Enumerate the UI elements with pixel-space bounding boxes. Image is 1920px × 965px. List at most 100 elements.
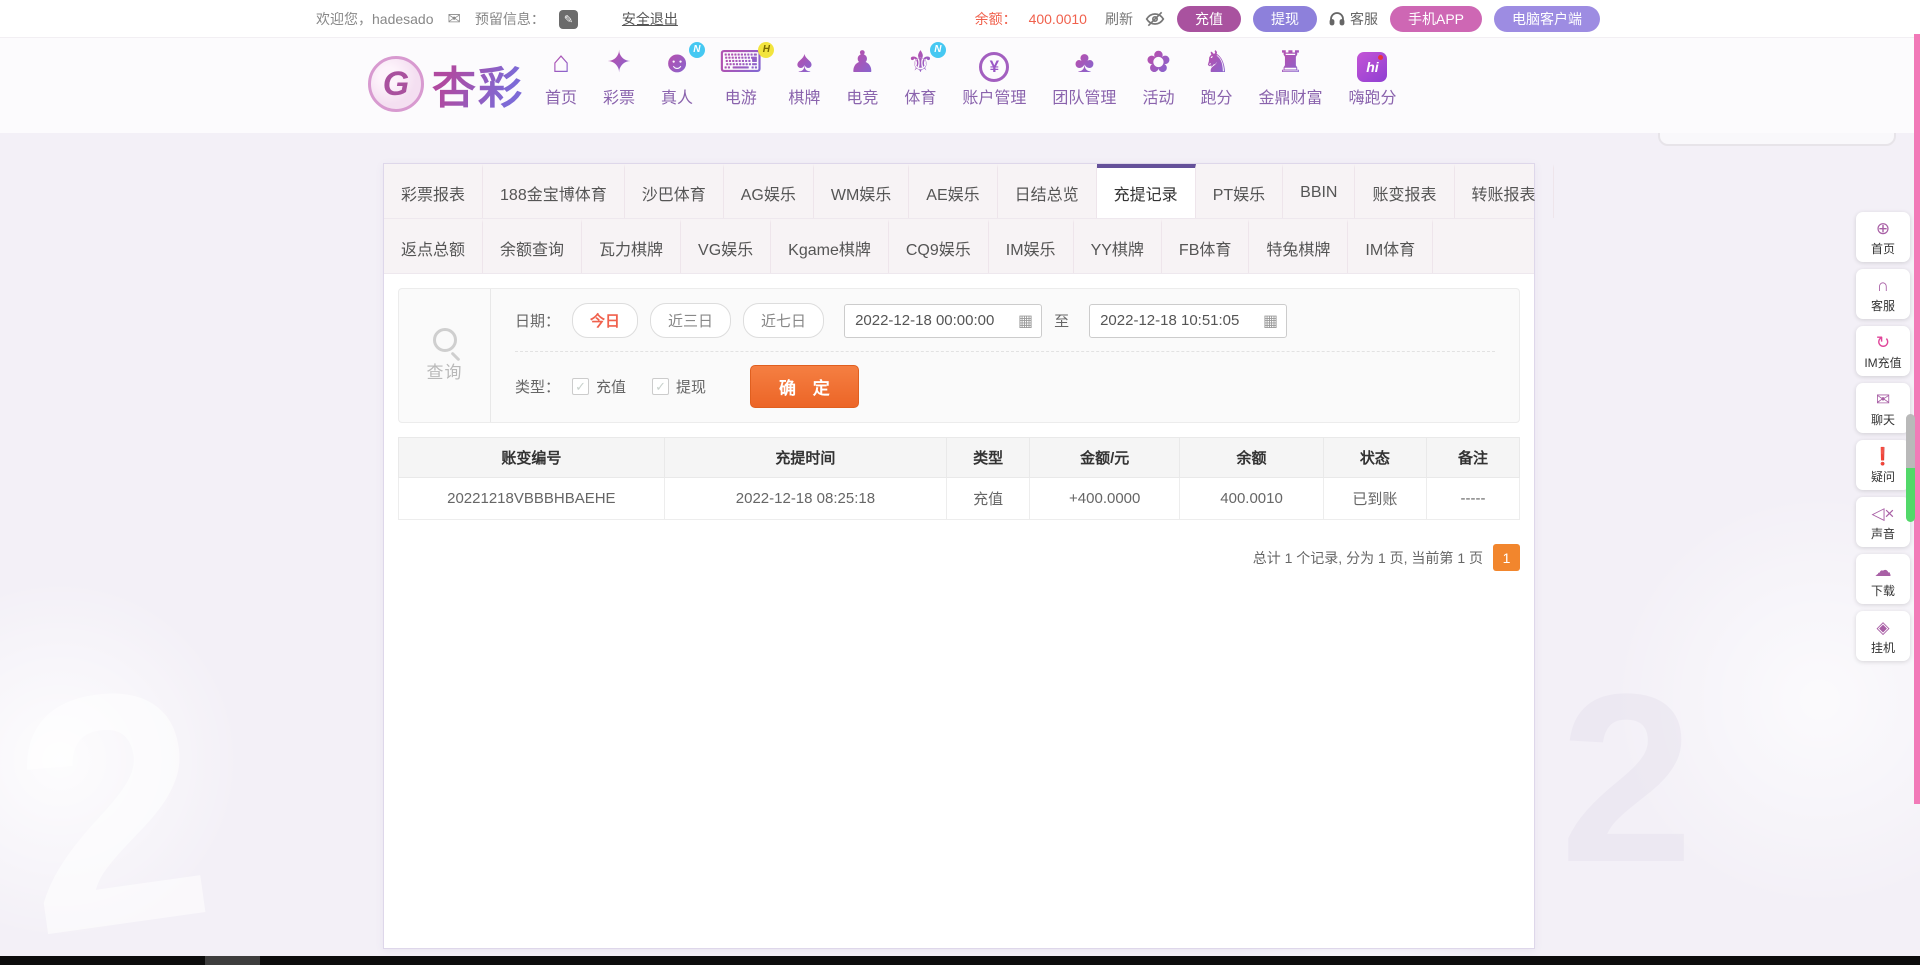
- nav-label: 体育: [904, 84, 936, 108]
- nav-item-sports[interactable]: ⚜N 体育: [904, 46, 936, 108]
- sidebar-item-hangup[interactable]: ◈ 挂机: [1856, 611, 1910, 661]
- tab-cq9[interactable]: CQ9娱乐: [889, 219, 989, 273]
- team-people-icon: ♣: [1075, 46, 1095, 82]
- tab-lottery-report[interactable]: 彩票报表: [384, 164, 483, 218]
- col-status: 状态: [1323, 438, 1426, 478]
- eye-slash-icon[interactable]: [1145, 9, 1165, 29]
- table-header-row: 账变编号 充提时间 类型 金额/元 余额 状态 备注: [399, 438, 1520, 478]
- question-icon: ❗: [1872, 447, 1893, 466]
- calendar-icon[interactable]: ▦: [1263, 311, 1278, 331]
- tab-daily-summary[interactable]: 日结总览: [998, 164, 1097, 218]
- top-bar: 欢迎您，hadesado ✉ 预留信息： ✎ 安全退出 余额： 400.0010…: [0, 0, 1920, 38]
- tab-wali-cards[interactable]: 瓦力棋牌: [582, 219, 681, 273]
- page-1-button[interactable]: 1: [1493, 544, 1520, 571]
- main-nav: ⌂ 首页 ✦ 彩票 ☻N 真人 ⌨H 电游 ♠ 棋牌 ♟ 电竞 ⚜N 体育 ¥: [545, 46, 1397, 108]
- new-badge: N: [689, 42, 705, 58]
- sidebar-item-label: 聊天: [1871, 411, 1895, 428]
- sidebar-item-service[interactable]: ∩ 客服: [1856, 269, 1910, 319]
- nav-item-home[interactable]: ⌂ 首页: [545, 46, 577, 108]
- site-logo[interactable]: G 杏彩: [368, 52, 524, 116]
- nav-label: 电竞: [846, 84, 878, 108]
- tab-im-sport[interactable]: IM体育: [1348, 219, 1433, 273]
- tripod-icon: ♜: [1277, 46, 1304, 82]
- tab-fb-sport[interactable]: FB体育: [1162, 219, 1249, 273]
- nav-item-team[interactable]: ♣ 团队管理: [1052, 46, 1116, 108]
- col-amount: 金额/元: [1030, 438, 1180, 478]
- tab-balance-query[interactable]: 余额查询: [483, 219, 582, 273]
- type-deposit-option[interactable]: ✓ 充值: [572, 376, 626, 397]
- sidebar-item-sound[interactable]: ◁× 声音: [1856, 497, 1910, 547]
- nav-item-cards[interactable]: ♠ 棋牌: [788, 46, 820, 108]
- confirm-button[interactable]: 确 定: [750, 365, 859, 408]
- envelope-icon[interactable]: ✉: [448, 9, 461, 29]
- tab-ae[interactable]: AE娱乐: [909, 164, 997, 218]
- col-type: 类型: [947, 438, 1030, 478]
- sidebar-item-download[interactable]: ☁ 下载: [1856, 554, 1910, 604]
- im-recharge-icon: ↻: [1876, 333, 1890, 352]
- tab-shaba-sport[interactable]: 沙巴体育: [625, 164, 724, 218]
- col-time: 充提时间: [664, 438, 946, 478]
- date-label: 日期：: [515, 310, 560, 331]
- tab-pt[interactable]: PT娱乐: [1196, 164, 1283, 218]
- nav-item-account[interactable]: ¥ 账户管理: [962, 52, 1026, 108]
- tab-im[interactable]: IM娱乐: [989, 219, 1074, 273]
- col-account-change-id: 账变编号: [399, 438, 665, 478]
- nav-item-lottery[interactable]: ✦ 彩票: [603, 46, 635, 108]
- tabs-row-1: 彩票报表 188金宝博体育 沙巴体育 AG娱乐 WM娱乐 AE娱乐 日结总览 充…: [384, 164, 1534, 219]
- custom-scrollbar-thumb[interactable]: [1906, 414, 1915, 522]
- live-dealer-icon: ☻N: [661, 46, 693, 82]
- tab-transfer-report[interactable]: 转账报表: [1455, 164, 1554, 218]
- preset-7days-button[interactable]: 近七日: [743, 303, 824, 338]
- nav-item-esports[interactable]: ♟ 电竞: [846, 46, 878, 108]
- logout-link[interactable]: 安全退出: [622, 9, 678, 29]
- tab-188-sport[interactable]: 188金宝博体育: [483, 164, 625, 218]
- tab-vg[interactable]: VG娱乐: [681, 219, 771, 273]
- download-cloud-icon: ☁: [1875, 561, 1892, 580]
- nav-item-jinding[interactable]: ♜ 金鼎财富: [1258, 46, 1322, 108]
- nav-item-slots[interactable]: ⌨H 电游: [719, 46, 762, 108]
- nav-item-paofen[interactable]: ♞ 跑分: [1200, 46, 1232, 108]
- date-to-input[interactable]: 2022-12-18 10:51:05 ▦: [1089, 304, 1287, 338]
- tab-rebate-total[interactable]: 返点总额: [384, 219, 483, 273]
- headset-icon: [1329, 11, 1345, 27]
- sidebar-item-question[interactable]: ❗ 疑问: [1856, 440, 1910, 490]
- query-block: 查询: [399, 289, 491, 422]
- tab-yy-cards[interactable]: YY棋牌: [1074, 219, 1162, 273]
- type-label: 类型：: [515, 376, 560, 397]
- deposit-checkbox[interactable]: ✓: [572, 378, 589, 395]
- home-top-icon: ⊕: [1876, 219, 1890, 238]
- deposit-button[interactable]: 充值: [1177, 6, 1241, 32]
- tab-deposit-withdraw-records[interactable]: 充提记录: [1097, 164, 1196, 218]
- nav-item-live[interactable]: ☻N 真人: [661, 46, 693, 108]
- refresh-link[interactable]: 刷新: [1105, 9, 1133, 29]
- date-from-input[interactable]: 2022-12-18 00:00:00 ▦: [844, 304, 1042, 338]
- sidebar-item-im-recharge[interactable]: ↻ IM充值: [1856, 326, 1910, 376]
- tab-tetu-cards[interactable]: 特兔棋牌: [1249, 219, 1348, 273]
- customer-service-link[interactable]: 客服: [1329, 9, 1378, 29]
- tab-bbin[interactable]: BBIN: [1283, 164, 1355, 218]
- pencil-icon[interactable]: ✎: [559, 10, 578, 29]
- nav-item-hipaofen[interactable]: hi 嗨跑分: [1348, 52, 1396, 108]
- preset-today-button[interactable]: 今日: [572, 303, 638, 338]
- sidebar-item-chat[interactable]: ✉ 聊天: [1856, 383, 1910, 433]
- site-header: G 杏彩 ⌂ 首页 ✦ 彩票 ☻N 真人 ⌨H 电游 ♠ 棋牌 ♟ 电竞 ⚜N: [0, 38, 1920, 133]
- withdraw-button[interactable]: 提现: [1253, 6, 1317, 32]
- nav-item-promos[interactable]: ✿ 活动: [1142, 46, 1174, 108]
- withdraw-checkbox[interactable]: ✓: [652, 378, 669, 395]
- filter-box: 查询 日期： 今日 近三日 近七日 2022-12-18 00:00:00 ▦ …: [398, 288, 1520, 423]
- preset-3days-button[interactable]: 近三日: [650, 303, 731, 338]
- calendar-icon[interactable]: ▦: [1018, 311, 1033, 331]
- tab-account-change-report[interactable]: 账变报表: [1355, 164, 1454, 218]
- pc-client-button[interactable]: 电脑客户端: [1494, 6, 1600, 32]
- mobile-app-button[interactable]: 手机APP: [1390, 6, 1482, 32]
- nav-label: 嗨跑分: [1348, 84, 1396, 108]
- tab-ag[interactable]: AG娱乐: [724, 164, 814, 218]
- records-table: 账变编号 充提时间 类型 金额/元 余额 状态 备注 20221218VBBBH…: [398, 437, 1520, 520]
- reserved-info-label: 预留信息：: [475, 9, 545, 29]
- type-withdraw-option[interactable]: ✓ 提现: [652, 376, 706, 397]
- sidebar-item-home[interactable]: ⊕ 首页: [1856, 212, 1910, 262]
- tab-wm[interactable]: WM娱乐: [814, 164, 909, 218]
- hot-badge: H: [758, 42, 774, 58]
- nav-label: 跑分: [1200, 84, 1232, 108]
- tab-kgame[interactable]: Kgame棋牌: [771, 219, 889, 273]
